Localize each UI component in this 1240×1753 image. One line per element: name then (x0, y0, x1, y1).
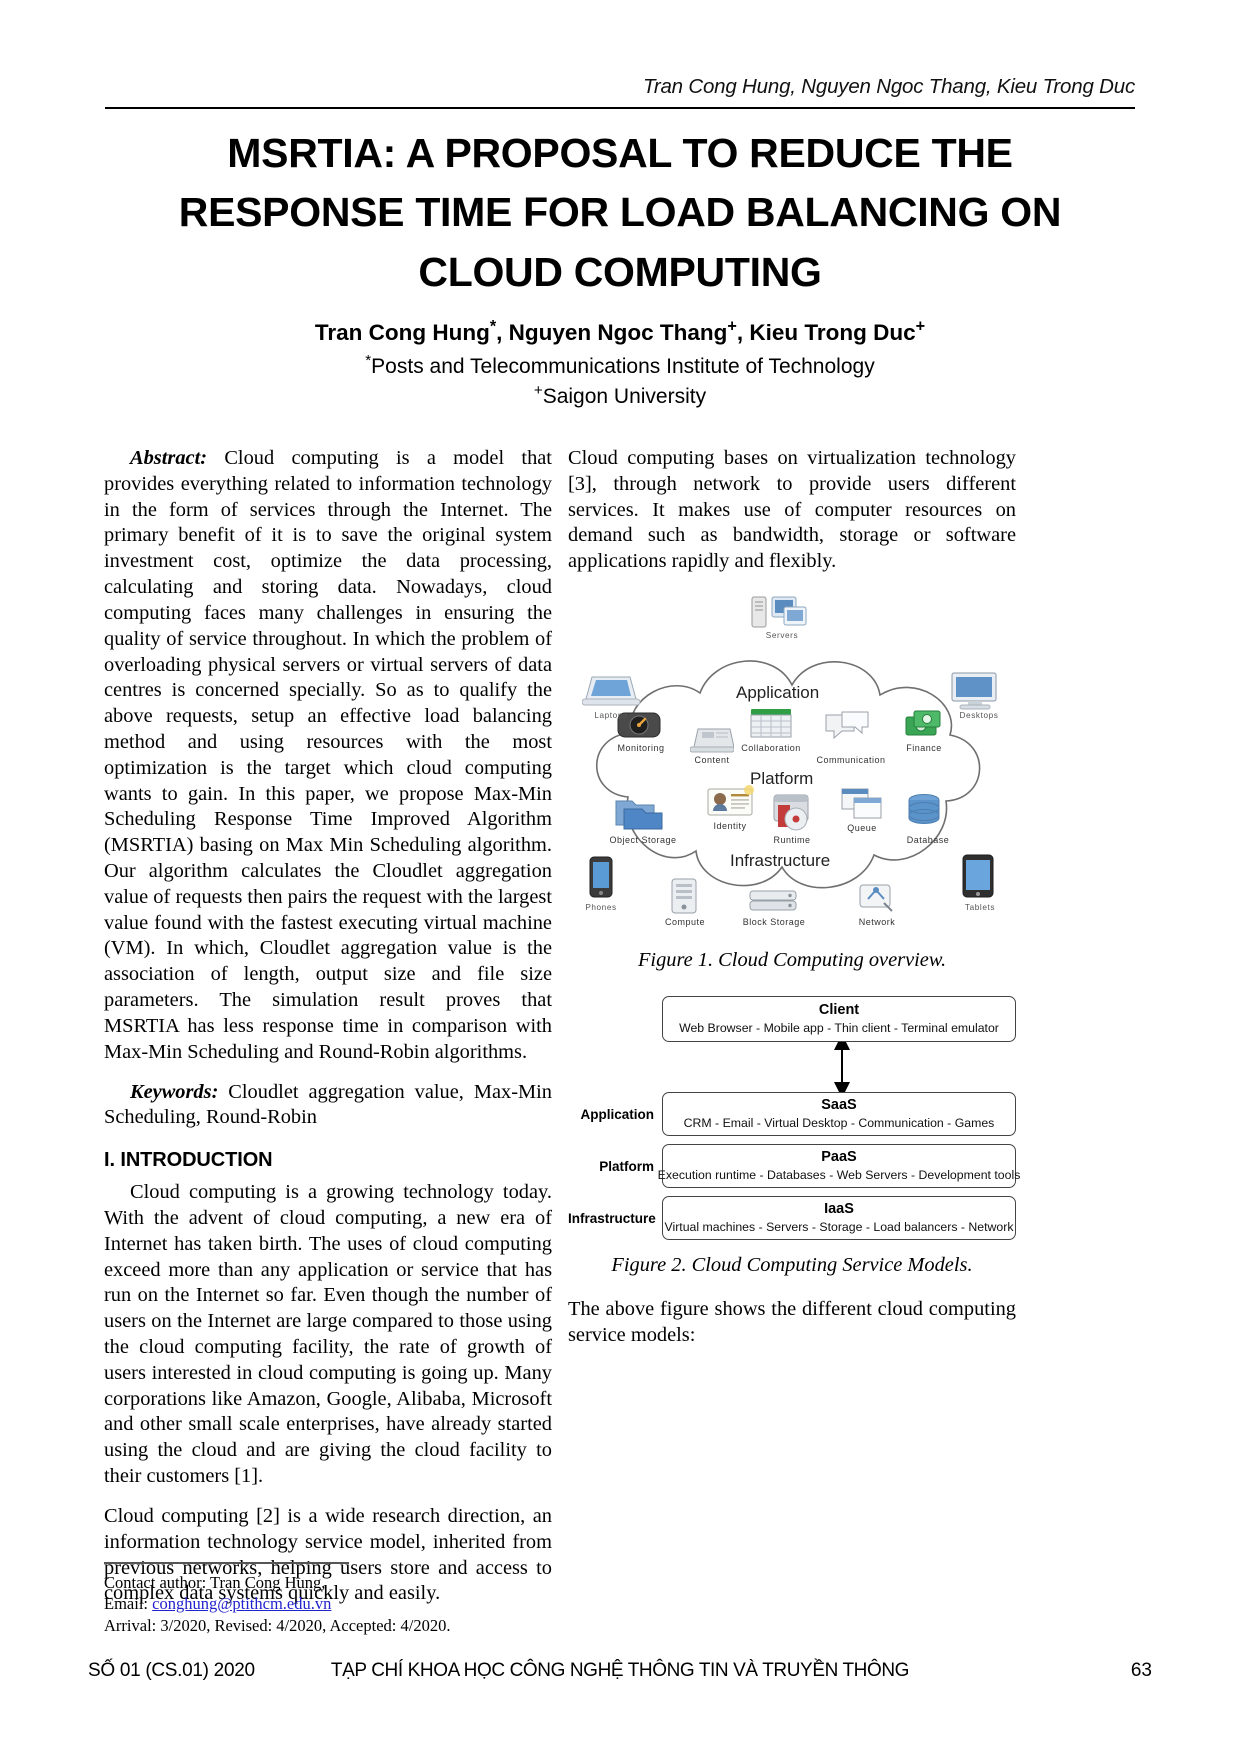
service-box-iaas: IaaS Virtual machines - Servers - Storag… (662, 1196, 1016, 1241)
affiliation-secondary-mark: + (533, 382, 543, 399)
label-communication: Communication (816, 755, 886, 766)
block-storage-icon (749, 890, 797, 911)
side-label-platform: Platform (599, 1159, 654, 1175)
service-box-saas-subtitle: CRM - Email - Virtual Desktop - Communic… (683, 1116, 995, 1131)
label-monitoring: Monitoring (617, 743, 665, 754)
label-compute: Compute (664, 917, 706, 928)
footer-journal-name: TẠP CHÍ KHOA HỌC CÔNG NGHỆ THÔNG TIN VÀ … (330, 1660, 910, 1681)
service-box-client-subtitle: Web Browser - Mobile app - Thin client -… (679, 1021, 999, 1036)
tier-label-application: Application (736, 683, 820, 703)
footnote-dates: Arrival: 3/2020, Revised: 4/2020, Accept… (104, 1615, 451, 1635)
right-column: Cloud computing bases on virtualization … (568, 446, 1020, 1349)
footnote-email-line: Email: conghung@ptithcm.edu.vn (104, 1593, 554, 1614)
finance-icon (905, 710, 941, 736)
author-1: Tran Cong Hung (314, 320, 490, 345)
label-tablets: Tablets (964, 903, 996, 913)
running-head: Tran Cong Hung, Nguyen Ngoc Thang, Kieu … (643, 75, 1135, 98)
label-block-storage: Block Storage (742, 917, 806, 928)
database-icon (908, 794, 940, 825)
label-desktops: Desktops (959, 711, 999, 721)
footnote-email-label: Email: (104, 1594, 148, 1614)
footnote-contact: Contact author: Tran Cong Hung, (104, 1573, 326, 1592)
author-3: Kieu Trong Duc (749, 320, 916, 345)
servers-icon (751, 596, 807, 628)
author-2-mark: + (727, 317, 737, 336)
phone-icon (589, 856, 613, 898)
footnote-email-link[interactable]: conghung@ptithcm.edu.vn (152, 1594, 331, 1613)
label-runtime: Runtime (773, 835, 811, 846)
author-3-mark: + (915, 317, 926, 336)
collaboration-icon (750, 709, 792, 738)
label-content: Content (694, 755, 730, 766)
service-box-client: Client Web Browser - Mobile app - Thin c… (662, 996, 1016, 1043)
figure-2-service-models: Client Web Browser - Mobile app - Thin c… (568, 994, 1020, 1244)
laptop-icon (582, 676, 641, 706)
tablet-icon (962, 854, 994, 898)
service-box-client-title: Client (818, 1002, 860, 1019)
content-icon (690, 728, 734, 753)
author-2: Nguyen Ngoc Thang (508, 320, 728, 345)
service-box-saas-title: SaaS (821, 1097, 857, 1114)
label-database: Database (906, 835, 950, 846)
page-footer: SỐ 01 (CS.01) 2020 TẠP CHÍ KHOA HỌC CÔNG… (0, 1660, 1240, 1690)
footer-page-number: 63 (1130, 1660, 1152, 1681)
service-box-saas: SaaS CRM - Email - Virtual Desktop - Com… (662, 1092, 1016, 1137)
side-label-infrastructure: Infrastructure (568, 1211, 656, 1227)
footnote-block: Contact author: Tran Cong Hung, Email: c… (104, 1572, 554, 1636)
tier-label-infrastructure: Infrastructure (730, 851, 831, 871)
figure-1-cloud-overview: Servers Laptops Desktops Phones Tablets … (568, 587, 1016, 939)
side-label-application: Application (580, 1107, 655, 1123)
object-storage-icon (615, 800, 663, 830)
section-heading-introduction: I. INTRODUCTION (104, 1149, 273, 1172)
label-queue: Queue (847, 823, 877, 834)
service-box-paas-title: PaaS (821, 1149, 857, 1166)
authors-line: Tran Cong Hung*, Nguyen Ngoc Thang+, Kie… (120, 317, 1120, 346)
sep-1: , (496, 320, 509, 345)
left-column: Abstract: Cloud computing is a model tha… (104, 446, 552, 1607)
label-laptops: Laptops (594, 711, 628, 721)
sep-2: , (736, 320, 750, 345)
label-collaboration: Collaboration (741, 743, 801, 754)
runtime-icon (773, 794, 809, 831)
affiliation-primary: *Posts and Telecommunications Institute … (120, 353, 1120, 379)
keywords-label: Keywords: (130, 1080, 219, 1103)
affiliation-primary-text: Posts and Telecommunications Institute o… (371, 355, 875, 378)
figure-1-caption: Figure 1. Cloud Computing overview. (637, 949, 947, 972)
service-box-paas: PaaS Execution runtime - Databases - Web… (658, 1144, 1020, 1189)
service-box-paas-subtitle: Execution runtime - Databases - Web Serv… (657, 1168, 1021, 1183)
right-paragraph-1: Cloud computing bases on virtualization … (568, 447, 1016, 573)
abstract-label: Abstract: (130, 447, 208, 469)
right-paragraph-2: The above figure shows the different clo… (568, 1298, 1016, 1346)
label-phones: Phones (585, 903, 617, 913)
footnote-rule (104, 1562, 349, 1564)
abstract-paragraph: Abstract: Cloud computing is a model tha… (104, 446, 552, 1066)
label-network: Network (858, 917, 896, 928)
keywords-paragraph: Keywords: Cloudlet aggregation value, Ma… (104, 1080, 552, 1132)
queue-icon (841, 788, 882, 819)
tier-label-platform: Platform (750, 769, 814, 789)
desktop-icon (951, 672, 997, 710)
label-object-storage: Object Storage (609, 835, 677, 846)
network-icon (859, 884, 893, 912)
affiliation-secondary-text: Saigon University (542, 385, 707, 408)
page-title: MSRTIA: A PROPOSAL TO REDUCE THE RESPONS… (178, 130, 1062, 295)
label-identity: Identity (713, 821, 747, 832)
header-rule (105, 107, 1135, 109)
figure-2-caption: Figure 2. Cloud Computing Service Models… (611, 1254, 973, 1277)
service-box-iaas-title: IaaS (824, 1201, 854, 1218)
intro-paragraph-1: Cloud computing is a growing technology … (104, 1181, 552, 1488)
identity-icon (707, 785, 754, 816)
label-servers: Servers (765, 631, 799, 641)
abstract-text: Cloud computing is a model that provides… (104, 447, 552, 1063)
label-finance: Finance (906, 743, 942, 754)
paper-page: Tran Cong Hung, Nguyen Ngoc Thang, Kieu … (0, 0, 1240, 1753)
service-box-iaas-subtitle: Virtual machines - Servers - Storage - L… (664, 1220, 1014, 1235)
compute-icon (671, 878, 697, 914)
affiliation-secondary: +Saigon University (120, 382, 1120, 409)
communication-icon (825, 711, 869, 740)
